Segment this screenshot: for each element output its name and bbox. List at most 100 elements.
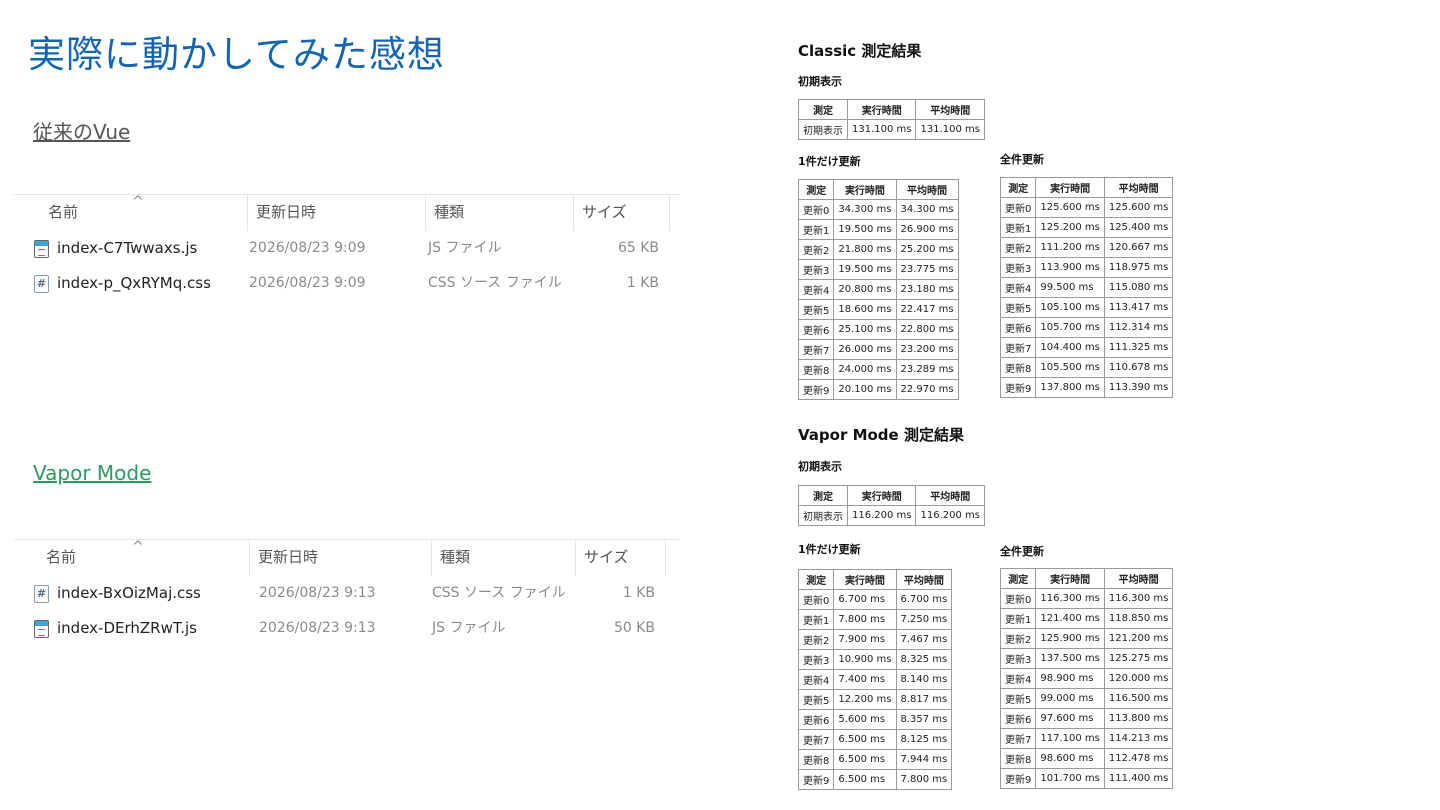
file-row[interactable]: # index-p_QxRYMq.css 2026/08/23 9:09 CSS… <box>14 266 680 301</box>
table-row: 更新7 117.100 ms 114.213 ms <box>999 728 1174 749</box>
exec-time-cell: 6.500 ms <box>833 729 897 750</box>
exec-time-cell: 7.400 ms <box>833 669 897 690</box>
measure-label-cell: 更新2 <box>999 237 1037 258</box>
measure-label-cell: 更新3 <box>797 259 835 280</box>
table-header-cell: 測定 <box>798 485 848 506</box>
vapor-single-table: 測定 実行時間 平均時間 更新0 6.700 ms 6.700 ms 更新1 7.800 ms… <box>797 569 953 790</box>
file-size: 50 KB <box>613 620 655 636</box>
avg-time-cell: 120.667 ms <box>1103 237 1174 258</box>
avg-time-cell: 8.125 ms <box>895 729 953 750</box>
column-header-size[interactable]: サイズ <box>574 195 670 231</box>
exec-time-cell: 20.800 ms <box>833 279 897 300</box>
column-header-label: 名前 <box>48 203 79 221</box>
avg-time-cell: 8.817 ms <box>895 689 953 710</box>
exec-time-cell: 121.400 ms <box>1035 608 1105 629</box>
table-header-row: 測定 実行時間 平均時間 <box>999 177 1174 198</box>
measure-label-cell: 更新6 <box>797 709 835 730</box>
measure-label-cell: 更新2 <box>797 239 835 260</box>
exec-time-cell: 105.500 ms <box>1035 357 1105 378</box>
file-name: index-DErhZRwT.js <box>57 619 197 637</box>
table-row: 更新2 111.200 ms 120.667 ms <box>999 237 1174 258</box>
vapor-file-list: 名前 ^ 更新日時 種類 サイズ # index-BxOizMaj.css 20… <box>14 539 680 646</box>
table-row: 初期表示 116.200 ms 116.200 ms <box>798 505 985 526</box>
column-header-size[interactable]: サイズ <box>576 540 666 576</box>
exec-time-cell: 116.300 ms <box>1035 588 1105 609</box>
measure-label-cell: 更新9 <box>999 377 1037 398</box>
column-header-type[interactable]: 種類 <box>426 195 574 231</box>
measure-label-cell: 更新8 <box>999 357 1037 378</box>
table-row: 更新5 18.600 ms 22.417 ms <box>797 299 959 320</box>
column-header-name[interactable]: 名前 ^ <box>14 539 250 576</box>
table-row: 更新8 24.000 ms 23.289 ms <box>797 359 959 380</box>
exec-time-cell: 21.800 ms <box>833 239 897 260</box>
avg-time-cell: 112.314 ms <box>1103 317 1174 338</box>
vapor-all-table: 測定 実行時間 平均時間 更新0 116.300 ms 116.300 ms 更新1 121.… <box>999 568 1174 789</box>
avg-time-cell: 7.944 ms <box>895 749 953 770</box>
table-row: 更新4 7.400 ms 8.140 ms <box>797 669 953 690</box>
column-header-name[interactable]: 名前 ^ <box>14 194 248 231</box>
avg-time-cell: 120.000 ms <box>1103 668 1174 689</box>
classic-initial-table: 測定 実行時間 平均時間 初期表示 131.100 ms 131.100 ms <box>798 99 985 140</box>
measure-label-cell: 更新0 <box>999 588 1037 609</box>
table-row: 更新9 20.100 ms 22.970 ms <box>797 379 959 400</box>
avg-time-cell: 116.500 ms <box>1103 688 1174 709</box>
avg-time-cell: 22.800 ms <box>895 319 959 340</box>
avg-time-cell: 26.900 ms <box>895 219 959 240</box>
column-header-date[interactable]: 更新日時 <box>248 195 426 231</box>
table-header-row: 測定 実行時間 平均時間 <box>797 569 953 590</box>
file-row[interactable]: # index-BxOizMaj.css 2026/08/23 9:13 CSS… <box>14 576 680 611</box>
table-header-cell: 平均時間 <box>1103 177 1174 198</box>
file-row[interactable]: index-C7Twwaxs.js 2026/08/23 9:09 JS ファイ… <box>14 231 680 266</box>
file-type: JS ファイル <box>432 620 506 636</box>
measure-label-cell: 更新3 <box>999 257 1037 278</box>
avg-time-cell: 22.970 ms <box>895 379 959 400</box>
table-row: 更新7 104.400 ms 111.325 ms <box>999 337 1174 358</box>
table-row: 更新8 105.500 ms 110.678 ms <box>999 357 1174 378</box>
table-header-cell: 測定 <box>999 568 1037 589</box>
file-rows: # index-BxOizMaj.css 2026/08/23 9:13 CSS… <box>14 576 680 646</box>
table-row: 更新9 101.700 ms 111.400 ms <box>999 768 1174 789</box>
measure-label-cell: 更新1 <box>797 609 835 630</box>
measure-label-cell: 更新5 <box>797 299 835 320</box>
file-size: 65 KB <box>617 240 659 256</box>
measure-label-cell: 更新1 <box>999 608 1037 629</box>
vapor-all-label: 全件更新 <box>1000 545 1044 558</box>
exec-time-cell: 19.500 ms <box>833 219 897 240</box>
table-row: 更新4 98.900 ms 120.000 ms <box>999 668 1174 689</box>
column-header-date[interactable]: 更新日時 <box>250 540 432 576</box>
measure-label-cell: 更新8 <box>797 359 835 380</box>
table-row: 更新6 105.700 ms 112.314 ms <box>999 317 1174 338</box>
exec-time-cell: 131.100 ms <box>846 119 917 140</box>
classic-all-table: 測定 実行時間 平均時間 更新0 125.600 ms 125.600 ms 更新1 125.… <box>999 177 1174 398</box>
table-row: 更新6 25.100 ms 22.800 ms <box>797 319 959 340</box>
exec-time-cell: 101.700 ms <box>1035 768 1105 789</box>
vapor-mode-link[interactable]: Vapor Mode <box>33 461 151 485</box>
file-date: 2026/08/23 9:09 <box>249 275 366 291</box>
table-row: 更新4 99.500 ms 115.080 ms <box>999 277 1174 298</box>
vapor-results-title: Vapor Mode 測定結果 <box>798 426 964 444</box>
file-type: JS ファイル <box>428 240 502 256</box>
table-header-cell: 平均時間 <box>895 569 953 590</box>
avg-time-cell: 22.417 ms <box>895 299 959 320</box>
measure-label-cell: 更新9 <box>999 768 1037 789</box>
file-list-header: 名前 ^ 更新日時 種類 サイズ <box>14 539 680 576</box>
file-row[interactable]: index-DErhZRwT.js 2026/08/23 9:13 JS ファイ… <box>14 611 680 646</box>
avg-time-cell: 113.800 ms <box>1103 708 1174 729</box>
table-row: 更新6 97.600 ms 113.800 ms <box>999 708 1174 729</box>
file-size: 1 KB <box>626 275 659 291</box>
table-header-cell: 実行時間 <box>833 569 897 590</box>
measure-label-cell: 更新7 <box>999 337 1037 358</box>
table-header-row: 測定 実行時間 平均時間 <box>999 568 1174 589</box>
measure-label-cell: 更新7 <box>797 339 835 360</box>
measure-label-cell: 更新6 <box>797 319 835 340</box>
avg-time-cell: 23.180 ms <box>895 279 959 300</box>
exec-time-cell: 12.200 ms <box>833 689 897 710</box>
classic-vue-link[interactable]: 従来のVue <box>33 116 130 145</box>
column-header-type[interactable]: 種類 <box>432 540 576 576</box>
table-header-cell: 平均時間 <box>915 99 985 120</box>
measure-label-cell: 更新5 <box>797 689 835 710</box>
vapor-initial-table: 測定 実行時間 平均時間 初期表示 116.200 ms 116.200 ms <box>798 485 985 526</box>
table-row: 更新2 125.900 ms 121.200 ms <box>999 628 1174 649</box>
avg-time-cell: 125.600 ms <box>1103 197 1174 218</box>
table-row: 更新9 6.500 ms 7.800 ms <box>797 769 953 790</box>
